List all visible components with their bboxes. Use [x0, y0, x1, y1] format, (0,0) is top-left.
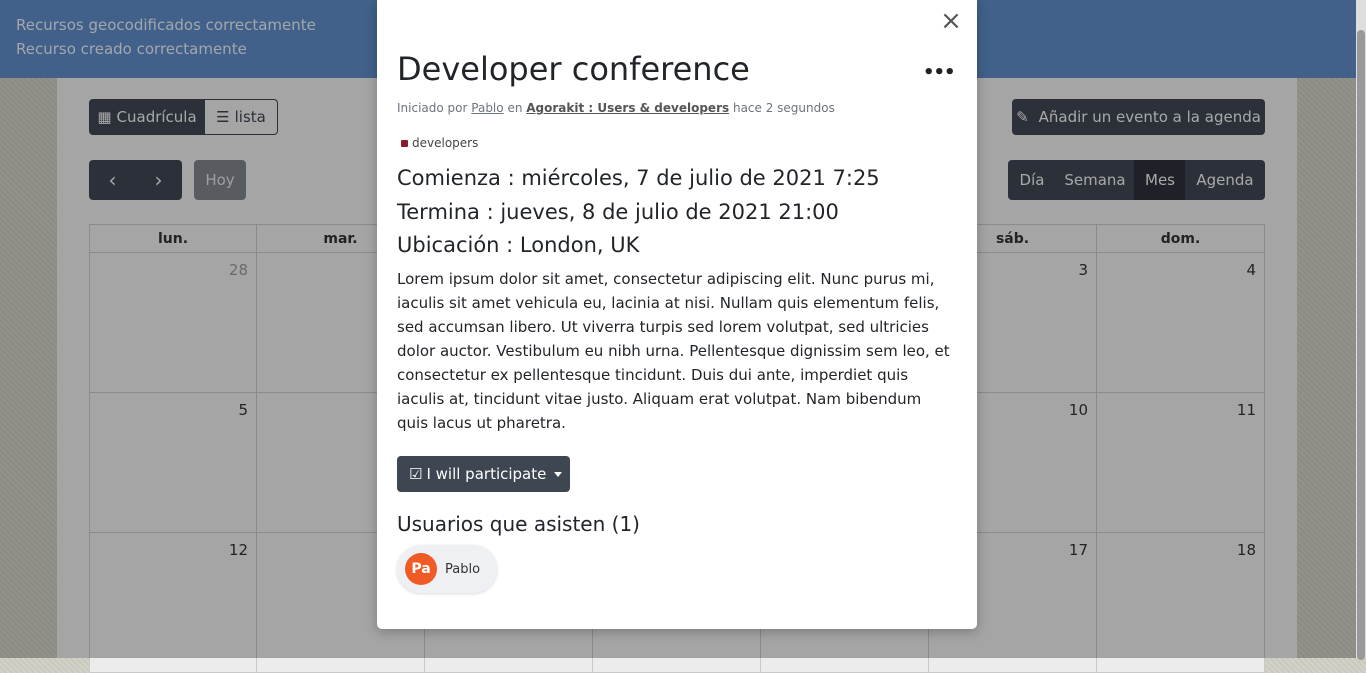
avatar: Pa: [405, 553, 437, 585]
caret-down-icon: [554, 471, 563, 477]
calendar-check-icon: ☑: [409, 465, 423, 483]
author-link[interactable]: Pablo: [471, 101, 503, 115]
event-modal: × Developer conference ••• Iniciado por …: [377, 0, 977, 629]
event-end: Termina : jueves, 8 de julio de 2021 21:…: [397, 200, 839, 224]
close-icon[interactable]: ×: [939, 8, 963, 34]
scrollbar[interactable]: [1356, 0, 1366, 660]
attendees-title: Usuarios que asisten (1): [397, 512, 640, 536]
event-title: Developer conference: [397, 50, 750, 88]
attendee-chip[interactable]: Pa Pablo: [397, 545, 497, 593]
event-start: Comienza : miércoles, 7 de julio de 2021…: [397, 166, 880, 190]
scrollbar-thumb[interactable]: [1357, 30, 1365, 660]
more-options-icon[interactable]: •••: [923, 62, 956, 83]
tag-color-icon: [401, 139, 408, 147]
attendee-name: Pablo: [445, 561, 481, 577]
group-link[interactable]: Agorakit : Users & developers: [526, 101, 729, 115]
event-description: Lorem ipsum dolor sit amet, consectetur …: [397, 270, 950, 432]
tag-badge[interactable]: developers: [401, 136, 478, 150]
event-meta: Iniciado por Pablo en Agorakit : Users &…: [397, 101, 835, 115]
event-location: Ubicación : London, UK: [397, 233, 640, 257]
participate-dropdown-button[interactable]: ☑ I will participate: [397, 456, 570, 492]
